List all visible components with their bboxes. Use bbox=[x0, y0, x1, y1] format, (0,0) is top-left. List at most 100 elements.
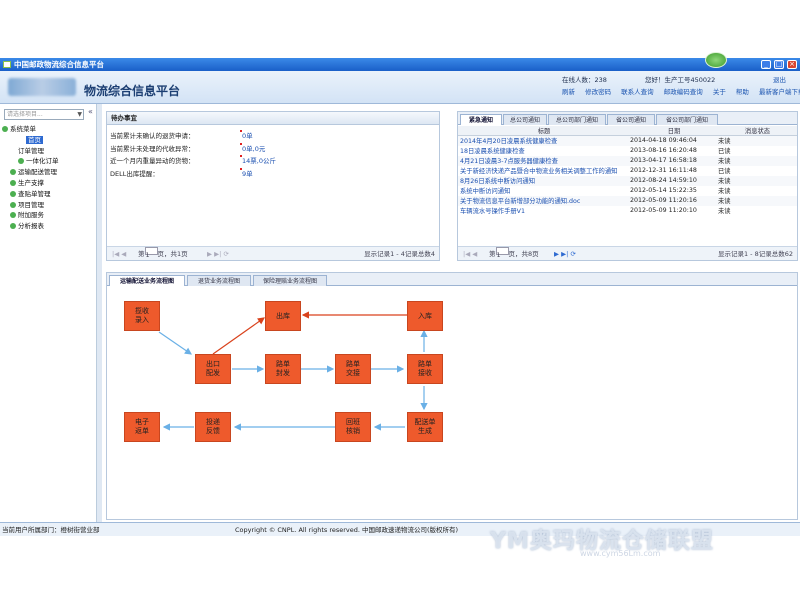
notice-date: 2012-12-31 16:11:48 bbox=[630, 167, 697, 174]
expand-icon[interactable] bbox=[10, 201, 16, 208]
notice-title-link[interactable]: 关于物流信息平台新增部分功能的通知.doc bbox=[458, 195, 630, 206]
sidebar-item-orders[interactable]: 订单管理 bbox=[2, 146, 59, 157]
column-header[interactable]: 消息状态 bbox=[718, 126, 797, 136]
todo-value-link[interactable]: 0单 bbox=[242, 130, 253, 140]
expand-icon[interactable] bbox=[10, 223, 16, 230]
current-department: 当前用户所属部门：橙树街营业部 bbox=[2, 526, 100, 534]
tab-province-dept[interactable]: 省公司部门通知 bbox=[656, 114, 718, 125]
todo-label: 近一个月内重量异动的货物： bbox=[110, 157, 195, 165]
about-link[interactable]: 关于 bbox=[713, 88, 726, 96]
status-orb-icon[interactable] bbox=[705, 52, 727, 68]
notice-title-link[interactable]: 系统中断访问通知 bbox=[458, 186, 630, 196]
change-password-link[interactable]: 修改密码 bbox=[585, 88, 611, 96]
notice-table: 标题 日期 消息状态 2014年4月20日凌晨系统健康检查 2014-04-18 … bbox=[458, 126, 797, 216]
sidebar-item-integrated-order[interactable]: 一体化订单 bbox=[2, 156, 59, 167]
flow-step-outbound[interactable]: 出库 bbox=[265, 301, 301, 331]
todo-pager: |◀ ◀ 第1 页，共1页 ▶ ▶| ⟳ 显示记录1 - 4记录总数4 bbox=[107, 246, 439, 260]
todo-value-link[interactable]: 9单 bbox=[242, 168, 253, 178]
sidebar-item-transport[interactable]: 运输配送管理 bbox=[2, 167, 59, 178]
flow-step-pickup[interactable]: 揽收 录入 bbox=[124, 301, 160, 331]
expand-icon[interactable] bbox=[10, 179, 16, 186]
table-row[interactable]: 8月26日系统中断访问通知 2012-08-24 14:59:10 未读 bbox=[458, 175, 797, 186]
tab-hq-dept[interactable]: 总公司部门通知 bbox=[548, 114, 606, 125]
chevron-down-icon[interactable]: ▼ bbox=[77, 110, 82, 119]
first-page-icon[interactable]: |◀ ◀ bbox=[463, 247, 477, 261]
expand-icon[interactable] bbox=[10, 169, 16, 176]
table-row[interactable]: 2014年4月20日凌晨系统健康检查 2014-04-18 09:46:04 未读 bbox=[458, 135, 797, 146]
table-row[interactable]: 18日凌晨系统健康检查 2013-08-16 16:20:48 已读 bbox=[458, 146, 797, 156]
notice-title-link[interactable]: 2014年4月20日凌晨系统健康检查 bbox=[458, 135, 630, 146]
notice-title-link[interactable]: 4月21日凌晨3-7点服务器健康检查 bbox=[458, 155, 630, 166]
page-label: 第1 页，共8页 bbox=[489, 247, 539, 261]
contact-search-link[interactable]: 联系人查询 bbox=[621, 88, 654, 96]
header-links: 刷新 修改密码 联系人查询 邮政编码查询 关于 帮助 最新客户端下载 bbox=[562, 86, 800, 96]
tab-province[interactable]: 省公司通知 bbox=[607, 114, 655, 125]
notice-title-link[interactable]: 8月26日系统中断访问通知 bbox=[458, 175, 630, 186]
tab-hq[interactable]: 总公司通知 bbox=[503, 114, 547, 125]
help-link[interactable]: 帮助 bbox=[736, 88, 749, 96]
refresh-link[interactable]: 刷新 bbox=[562, 88, 575, 96]
first-page-icon[interactable]: |◀ ◀ bbox=[112, 247, 126, 261]
page-number-input[interactable]: 1 bbox=[144, 247, 158, 259]
sidebar-item-home[interactable]: 首页 bbox=[2, 135, 59, 146]
collapse-sidebar-button[interactable]: « bbox=[88, 107, 93, 116]
menu-search-input[interactable]: 请选择项目... ▼ bbox=[4, 109, 84, 120]
table-row[interactable]: 4月21日凌晨3-7点服务器健康检查 2013-04-17 16:58:18 未读 bbox=[458, 155, 797, 166]
sidebar-item-projects[interactable]: 项目管理 bbox=[2, 200, 59, 211]
page-title: 物流综合信息平台 bbox=[84, 84, 181, 98]
app-window: { "window": {"title": "中国邮政物流综合信息平台"}, "… bbox=[0, 0, 800, 600]
flow-step-inbound[interactable]: 入库 bbox=[407, 301, 443, 331]
sidebar-item-waybill[interactable]: 查贴单管理 bbox=[2, 189, 59, 200]
flow-step-receive[interactable]: 路单 接收 bbox=[407, 354, 443, 384]
table-row[interactable]: 关于新经济快递产品暨合中物流业务相关调整工作的通知 2012-12-31 16:1… bbox=[458, 166, 797, 176]
notice-date: 2014-04-18 09:46:04 bbox=[630, 135, 718, 146]
watermark: YM奥玛物流仓储联盟 www.cym56Lm.com bbox=[490, 523, 790, 568]
flow-step-writeoff[interactable]: 回班 核销 bbox=[335, 412, 371, 442]
client-download-link[interactable]: 最新客户端下载 bbox=[759, 88, 800, 96]
notice-title-link[interactable]: 关于新经济快递产品暨合中物流业务相关调整工作的通知 bbox=[458, 166, 630, 176]
notice-title-link[interactable]: 车辆流水号操作手册V1 bbox=[458, 206, 630, 216]
sidebar-item-reports[interactable]: 分析报表 bbox=[2, 221, 59, 232]
next-page-icon[interactable]: ▶ ▶| ⟳ bbox=[554, 247, 576, 261]
column-header[interactable]: 标题 bbox=[458, 126, 630, 136]
close-button[interactable]: × bbox=[787, 60, 797, 69]
page-number-input[interactable]: 1 bbox=[495, 247, 509, 259]
next-page-icon[interactable]: ▶ ▶| ⟳ bbox=[207, 247, 229, 261]
postcode-search-link[interactable]: 邮政编码查询 bbox=[664, 88, 703, 96]
notice-pager: |◀ ◀ 第1 页，共8页 ▶ ▶| ⟳ 显示记录1 - 8记录总数62 bbox=[458, 246, 797, 260]
notice-status: 已读 bbox=[718, 168, 731, 175]
todo-label: 当前累计未处理的代收异常： bbox=[110, 145, 195, 153]
expand-icon[interactable] bbox=[18, 158, 24, 165]
flow-step-delivery-note[interactable]: 配送单 生成 bbox=[407, 412, 443, 442]
tree-root[interactable]: 系统菜单 bbox=[2, 124, 59, 135]
todo-value-link[interactable]: 0单,0元 bbox=[242, 143, 265, 153]
folder-icon bbox=[2, 126, 8, 132]
table-row[interactable]: 关于物流信息平台新增部分功能的通知.doc 2012-05-09 11:20:16… bbox=[458, 195, 797, 206]
online-count: 在线人数：238 bbox=[562, 76, 607, 84]
sidebar-item-services[interactable]: 附加服务 bbox=[2, 210, 59, 221]
table-row[interactable]: 车辆流水号操作手册V1 2012-05-09 11:20:10 未读 bbox=[458, 206, 797, 216]
minimize-button[interactable]: _ bbox=[761, 60, 771, 69]
record-summary: 显示记录1 - 4记录总数4 bbox=[364, 250, 435, 258]
expand-icon[interactable] bbox=[10, 190, 16, 197]
logout-link[interactable]: 退出 bbox=[773, 74, 786, 84]
flow-step-dispatch[interactable]: 出口 配发 bbox=[195, 354, 231, 384]
todo-value-link[interactable]: 14票,0公斤 bbox=[242, 155, 276, 165]
notice-panel: 紧急通知 总公司通知 总公司部门通知 省公司通知 省公司部门通知 标题 日期 消… bbox=[457, 111, 798, 261]
maximize-button[interactable]: □ bbox=[774, 60, 784, 69]
sidebar-item-production[interactable]: 生产支撑 bbox=[2, 178, 59, 189]
notice-date: 2013-04-17 16:58:18 bbox=[630, 155, 718, 166]
notice-title-link[interactable]: 18日凌晨系统健康检查 bbox=[458, 146, 630, 156]
flow-step-e-return[interactable]: 电子 返单 bbox=[124, 412, 160, 442]
expand-icon[interactable] bbox=[10, 212, 16, 219]
flow-panel: 运输配送业务流程图 退货业务流程图 保险理赔业务流程图 揽收 录入 出库 入库 … bbox=[106, 272, 798, 520]
todo-label: 当前累计未确认的退货申请： bbox=[110, 132, 195, 140]
flow-step-feedback[interactable]: 投递 反馈 bbox=[195, 412, 231, 442]
column-header[interactable]: 日期 bbox=[630, 126, 718, 136]
arrow bbox=[158, 331, 192, 355]
flow-step-handover[interactable]: 路单 交接 bbox=[335, 354, 371, 384]
tab-urgent[interactable]: 紧急通知 bbox=[460, 114, 502, 125]
flow-step-seal[interactable]: 路单 封发 bbox=[265, 354, 301, 384]
table-row[interactable]: 系统中断访问通知 2012-05-14 15:22:35 未读 bbox=[458, 186, 797, 196]
sidebar-splitter[interactable] bbox=[97, 104, 102, 522]
